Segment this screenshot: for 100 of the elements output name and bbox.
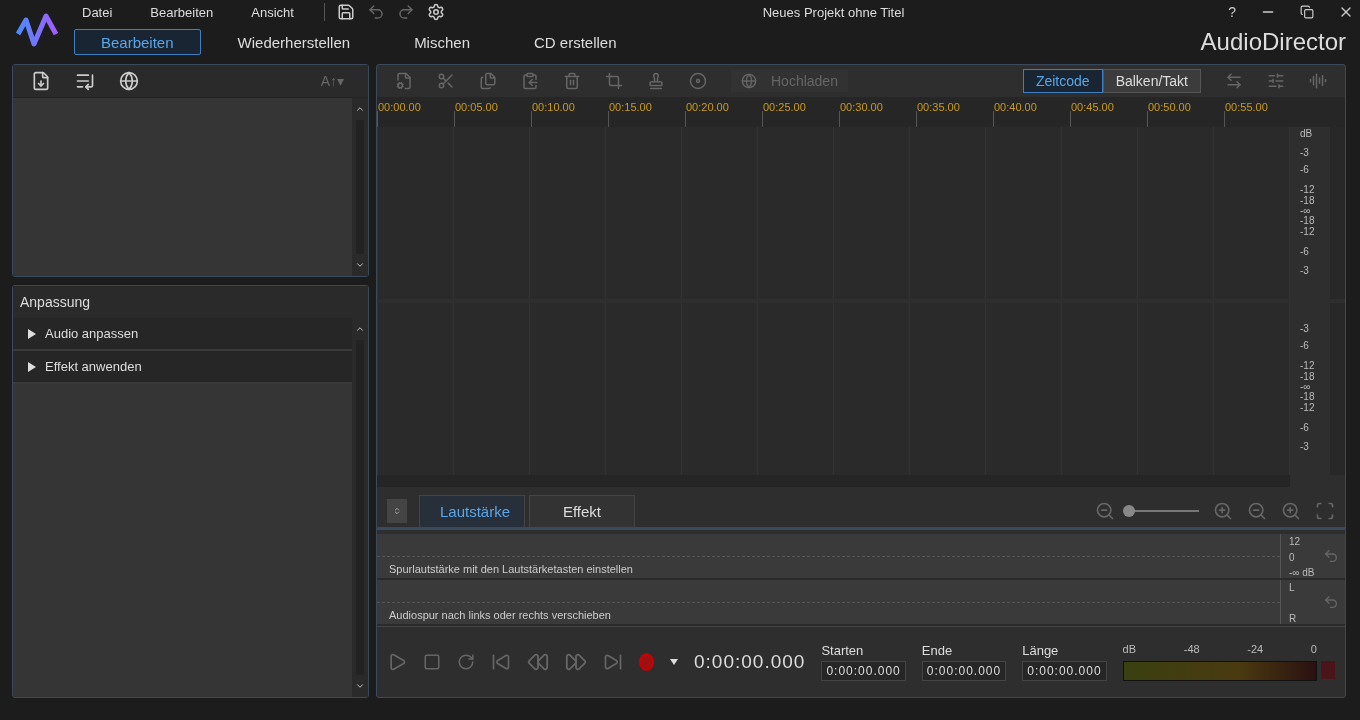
lane-hint: Audiospur nach links oder rechts verschieben xyxy=(389,609,611,621)
menu-item[interactable]: Datei xyxy=(74,4,121,20)
meter-label: dB xyxy=(1122,643,1137,655)
cut-icon[interactable] xyxy=(437,72,455,90)
time-field[interactable]: 0:00:00.000 xyxy=(821,661,906,681)
record-button[interactable] xyxy=(639,653,654,671)
paste-icon[interactable] xyxy=(521,72,539,90)
ruler-label: 00:45.00 xyxy=(1071,101,1114,113)
scale-label: -6 xyxy=(1300,423,1309,434)
meter-label: -24 xyxy=(1247,643,1264,655)
mode-tab[interactable]: Mischen xyxy=(387,29,497,55)
panel-tab[interactable]: Effekt xyxy=(529,495,635,527)
scroll-up-icon[interactable] xyxy=(355,104,365,114)
zoom-slider-thumb[interactable] xyxy=(1123,505,1135,517)
repeat-icon[interactable] xyxy=(457,653,475,671)
stamp-icon[interactable] xyxy=(647,72,665,90)
lane-scale-label: 0 xyxy=(1289,551,1296,563)
sliders-icon[interactable] xyxy=(1267,72,1285,90)
menu-item[interactable]: Ansicht xyxy=(243,4,302,20)
scale-label: -3 xyxy=(1300,442,1309,453)
scroll-down-icon[interactable] xyxy=(355,260,365,270)
redo-icon[interactable] xyxy=(396,3,415,21)
scale-label: -18 xyxy=(1300,392,1315,403)
help-button[interactable]: ? xyxy=(1222,4,1242,20)
ruler-label: 00:35.00 xyxy=(917,101,960,113)
scale-label: -3 xyxy=(1300,147,1309,158)
window-title: Neues Projekt ohne Titel xyxy=(761,4,906,20)
vertical-scrollbar[interactable] xyxy=(1330,127,1345,299)
save-icon[interactable] xyxy=(336,3,355,21)
time-mode-toggle[interactable]: Balken/Takt xyxy=(1102,69,1201,93)
rewind-icon[interactable] xyxy=(527,651,549,673)
globe-icon xyxy=(741,73,757,89)
import-icon[interactable] xyxy=(31,71,51,91)
panel-tab[interactable]: Lautstärke xyxy=(419,495,525,527)
lane-hint: Spurlautstärke mit den Lautstärketasten einstellen xyxy=(389,563,633,575)
menu-item[interactable]: Bearbeiten xyxy=(142,4,222,20)
settings-icon[interactable] xyxy=(426,3,445,21)
scroll-down-icon[interactable] xyxy=(355,681,365,691)
fast-forward-icon[interactable] xyxy=(565,651,587,673)
panel-title: Anpassung xyxy=(13,286,368,318)
undo-icon[interactable] xyxy=(1323,594,1339,610)
meter-label: -48 xyxy=(1183,643,1200,655)
play-icon[interactable] xyxy=(387,652,407,672)
accordion-item[interactable]: Effekt anwenden xyxy=(13,351,352,384)
scale-label: -18 xyxy=(1300,216,1315,227)
scale-label: -∞ xyxy=(1300,206,1311,217)
meter-label: 0 xyxy=(1310,643,1317,655)
field-label: Ende xyxy=(921,643,954,658)
skip-forward-icon[interactable] xyxy=(603,652,623,672)
scale-label: -12 xyxy=(1300,361,1315,372)
collapse-button[interactable] xyxy=(387,499,407,523)
file-settings-icon[interactable] xyxy=(395,72,413,90)
waveform-icon[interactable] xyxy=(1309,72,1327,90)
ruler-label: 00:50.00 xyxy=(1148,101,1191,113)
list-icon[interactable] xyxy=(75,71,95,91)
time-field[interactable]: 0:00:00.000 xyxy=(1022,661,1107,681)
field-label: Starten xyxy=(821,643,865,658)
skip-back-icon[interactable] xyxy=(491,652,511,672)
scale-label: -18 xyxy=(1300,371,1315,382)
scale-label: -3 xyxy=(1300,266,1309,277)
arrows-icon[interactable] xyxy=(1225,72,1243,90)
time-mode-toggle[interactable]: Zeitcode xyxy=(1022,69,1103,93)
scrollbar[interactable] xyxy=(352,318,368,697)
ruler-label: 00:00.00 xyxy=(378,101,421,113)
zoom-in-icon[interactable] xyxy=(1281,501,1301,521)
scroll-up-icon[interactable] xyxy=(355,324,365,334)
zoom-out-icon[interactable] xyxy=(1095,501,1115,521)
fit-icon[interactable] xyxy=(1315,501,1335,521)
scale-label: -12 xyxy=(1300,185,1315,196)
scale-label: -∞ xyxy=(1300,382,1311,393)
crop-icon[interactable] xyxy=(605,72,623,90)
envelope-lane[interactable]: Audiospur nach links oder rechts verschieben xyxy=(377,580,1280,624)
ruler-label: 00:05.00 xyxy=(455,101,498,113)
zoom-in-icon[interactable] xyxy=(1213,501,1233,521)
delete-icon[interactable] xyxy=(563,72,581,90)
vertical-scrollbar[interactable] xyxy=(1330,303,1345,475)
stop-icon[interactable] xyxy=(423,653,441,671)
scale-unit: dB xyxy=(1300,129,1313,139)
ruler-label: 00:15.00 xyxy=(609,101,652,113)
ruler-label: 00:10.00 xyxy=(532,101,575,113)
lane-scale-label: -∞ dB xyxy=(1289,567,1316,578)
zoom-out-icon[interactable] xyxy=(1247,501,1267,521)
globe-icon[interactable] xyxy=(119,71,139,91)
ruler-label: 00:55.00 xyxy=(1225,101,1268,113)
time-field[interactable]: 0:00:00.000 xyxy=(921,661,1007,681)
mode-tab[interactable]: Wiederherstellen xyxy=(210,29,378,55)
accordion-item[interactable]: Audio anpassen xyxy=(13,318,352,351)
scrollbar[interactable] xyxy=(352,98,368,276)
horizontal-scrollbar[interactable] xyxy=(377,475,1290,487)
scale-label: -6 xyxy=(1300,164,1309,175)
mode-tab[interactable]: CD erstellen xyxy=(507,29,644,55)
copy-icon[interactable] xyxy=(479,72,497,90)
caret-icon[interactable] xyxy=(670,659,678,665)
disc-icon[interactable] xyxy=(689,72,707,90)
undo-icon[interactable] xyxy=(1323,548,1339,564)
envelope-lane[interactable]: Spurlautstärke mit den Lautstärketasten einstellen xyxy=(377,534,1280,578)
ruler-label: 00:25.00 xyxy=(763,101,806,113)
undo-icon[interactable] xyxy=(366,3,385,21)
scale-label: -3 xyxy=(1300,323,1309,334)
mode-tab[interactable]: Bearbeiten xyxy=(74,29,201,55)
